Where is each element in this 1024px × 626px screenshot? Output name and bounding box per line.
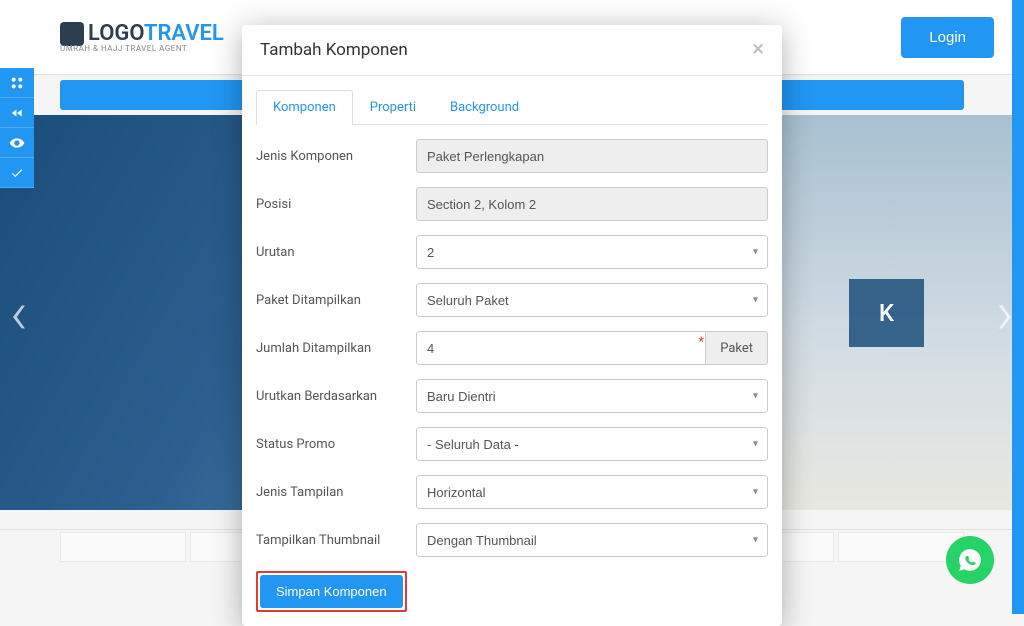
tab-properti[interactable]: Properti — [353, 90, 433, 125]
select-urutan[interactable]: 2 — [416, 235, 768, 269]
label-urutan: Urutan — [256, 245, 416, 260]
close-icon[interactable]: × — [752, 39, 764, 61]
field-jumlah-ditampilkan: Jumlah Ditampilkan * Paket — [256, 331, 768, 365]
required-icon: * — [698, 335, 704, 350]
field-jenis-tampilan: Jenis Tampilan Horizontal — [256, 475, 768, 509]
select-jenis-tampilan[interactable]: Horizontal — [416, 475, 768, 509]
submit-highlight: Simpan Komponen — [256, 571, 407, 612]
label-jenis-tampilan: Jenis Tampilan — [256, 485, 416, 500]
modal-title: Tambah Komponen — [260, 40, 408, 60]
label-paket-ditampilkan: Paket Ditampilkan — [256, 293, 416, 308]
modal-body: Komponen Properti Background Jenis Kompo… — [242, 76, 782, 626]
select-status-promo[interactable]: - Seluruh Data - — [416, 427, 768, 461]
tab-background[interactable]: Background — [433, 90, 536, 125]
field-posisi: Posisi — [256, 187, 768, 221]
label-jenis-komponen: Jenis Komponen — [256, 149, 416, 164]
modal-header: Tambah Komponen × — [242, 25, 782, 76]
addon-paket: Paket — [706, 331, 768, 365]
simpan-komponen-button[interactable]: Simpan Komponen — [260, 575, 403, 608]
modal-dialog: Tambah Komponen × Komponen Properti Back… — [242, 25, 782, 626]
tab-komponen[interactable]: Komponen — [256, 90, 353, 125]
label-tampilkan-thumbnail: Tampilkan Thumbnail — [256, 533, 416, 548]
field-paket-ditampilkan: Paket Ditampilkan Seluruh Paket — [256, 283, 768, 317]
modal-overlay: Tambah Komponen × Komponen Properti Back… — [0, 0, 1024, 614]
select-tampilkan-thumbnail[interactable]: Dengan Thumbnail — [416, 523, 768, 557]
select-paket-ditampilkan[interactable]: Seluruh Paket — [416, 283, 768, 317]
label-posisi: Posisi — [256, 197, 416, 212]
select-urutkan-berdasarkan[interactable]: Baru Dientri — [416, 379, 768, 413]
field-jenis-komponen: Jenis Komponen — [256, 139, 768, 173]
tab-bar: Komponen Properti Background — [256, 90, 768, 125]
field-urutkan-berdasarkan: Urutkan Berdasarkan Baru Dientri — [256, 379, 768, 413]
input-jenis-komponen — [416, 139, 768, 173]
label-jumlah-ditampilkan: Jumlah Ditampilkan — [256, 341, 416, 356]
field-tampilkan-thumbnail: Tampilkan Thumbnail Dengan Thumbnail — [256, 523, 768, 557]
input-jumlah-ditampilkan[interactable] — [416, 331, 706, 365]
label-urutkan-berdasarkan: Urutkan Berdasarkan — [256, 389, 416, 404]
input-posisi — [416, 187, 768, 221]
label-status-promo: Status Promo — [256, 437, 416, 452]
field-urutan: Urutan 2 — [256, 235, 768, 269]
field-status-promo: Status Promo - Seluruh Data - — [256, 427, 768, 461]
